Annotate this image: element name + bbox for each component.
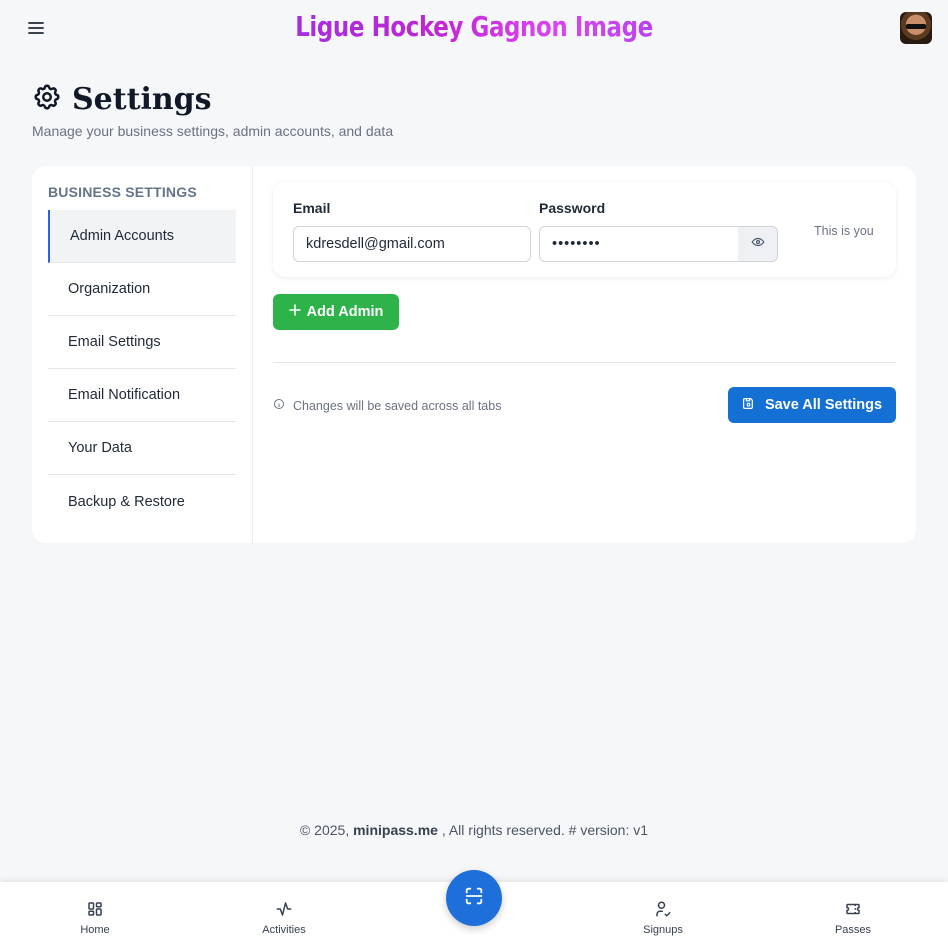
show-password-button[interactable] (738, 226, 778, 262)
page-subtitle: Manage your business settings, admin acc… (32, 123, 394, 139)
info-icon (273, 398, 285, 413)
footer-copyright: © 2025, (299, 822, 350, 838)
save-all-settings-button[interactable]: Save All Settings (728, 387, 896, 423)
top-bar: Ligue Hockey Gagnon Image (0, 0, 948, 56)
user-check-icon (623, 900, 703, 920)
sidebar-item-email-settings[interactable]: Email Settings (48, 316, 236, 369)
brand-title[interactable]: Ligue Hockey Gagnon Image (85, 10, 862, 43)
admin-account-row: Email kdresdell@gmail.com Password •••••… (273, 182, 896, 277)
page-heading: Settings (72, 82, 212, 117)
sidebar-item-your-data[interactable]: Your Data (48, 422, 236, 475)
bottom-nav-activities-label: Activities (262, 924, 306, 936)
page-title: Settings (32, 82, 212, 117)
plus-icon (288, 304, 301, 320)
dashboard-icon (55, 900, 135, 920)
horizontal-divider (273, 362, 896, 363)
save-note: Changes will be saved across all tabs (273, 398, 501, 413)
bottom-nav-activities[interactable]: Activities (244, 900, 324, 936)
scan-qr-button[interactable] (446, 870, 502, 926)
bottom-nav-passes-label: Passes (834, 924, 872, 936)
vertical-divider (252, 166, 253, 543)
bottom-nav-passes[interactable]: Passes (813, 900, 893, 936)
sidebar-item-admin-accounts[interactable]: Admin Accounts (48, 210, 236, 263)
email-label: Email (293, 200, 331, 216)
sidebar-item-organization[interactable]: Organization (48, 263, 236, 316)
bottom-nav-signups-label: Signups (643, 924, 683, 936)
save-all-settings-label: Save All Settings (764, 397, 883, 413)
gear-icon (32, 82, 62, 117)
hamburger-menu-icon[interactable] (26, 18, 46, 38)
bottom-nav-home-label: Home (80, 924, 110, 936)
activity-pulse-icon (244, 900, 324, 920)
password-field[interactable]: •••••••• (539, 226, 739, 262)
bottom-nav-home[interactable]: Home (55, 900, 135, 936)
email-field[interactable]: kdresdell@gmail.com (293, 226, 531, 262)
sidebar-heading: BUSINESS SETTINGS (48, 184, 197, 200)
ticket-icon (813, 900, 893, 920)
settings-card: BUSINESS SETTINGS Admin Accounts Organiz… (32, 166, 916, 543)
footer-rights: , All rights reserved. # version: v1 (441, 822, 649, 838)
sidebar-item-backup-restore[interactable]: Backup & Restore (48, 475, 236, 528)
floppy-disk-icon (742, 397, 755, 414)
add-admin-button[interactable]: Add Admin (273, 294, 399, 330)
bottom-nav-signups[interactable]: Signups (623, 900, 703, 936)
footer-brand-link[interactable]: minipass.me (353, 822, 438, 838)
add-admin-label: Add Admin (306, 304, 384, 320)
this-is-you-label: This is you (814, 224, 874, 238)
save-note-text: Changes will be saved across all tabs (293, 398, 502, 413)
password-label: Password (539, 200, 606, 216)
scan-icon (463, 885, 485, 912)
footer: © 2025, minipass.me , All rights reserve… (0, 822, 948, 838)
sidebar-item-email-notification[interactable]: Email Notification (48, 369, 236, 422)
eye-icon (750, 235, 765, 254)
settings-sidebar: BUSINESS SETTINGS Admin Accounts Organiz… (48, 166, 236, 528)
user-avatar[interactable] (900, 12, 932, 44)
